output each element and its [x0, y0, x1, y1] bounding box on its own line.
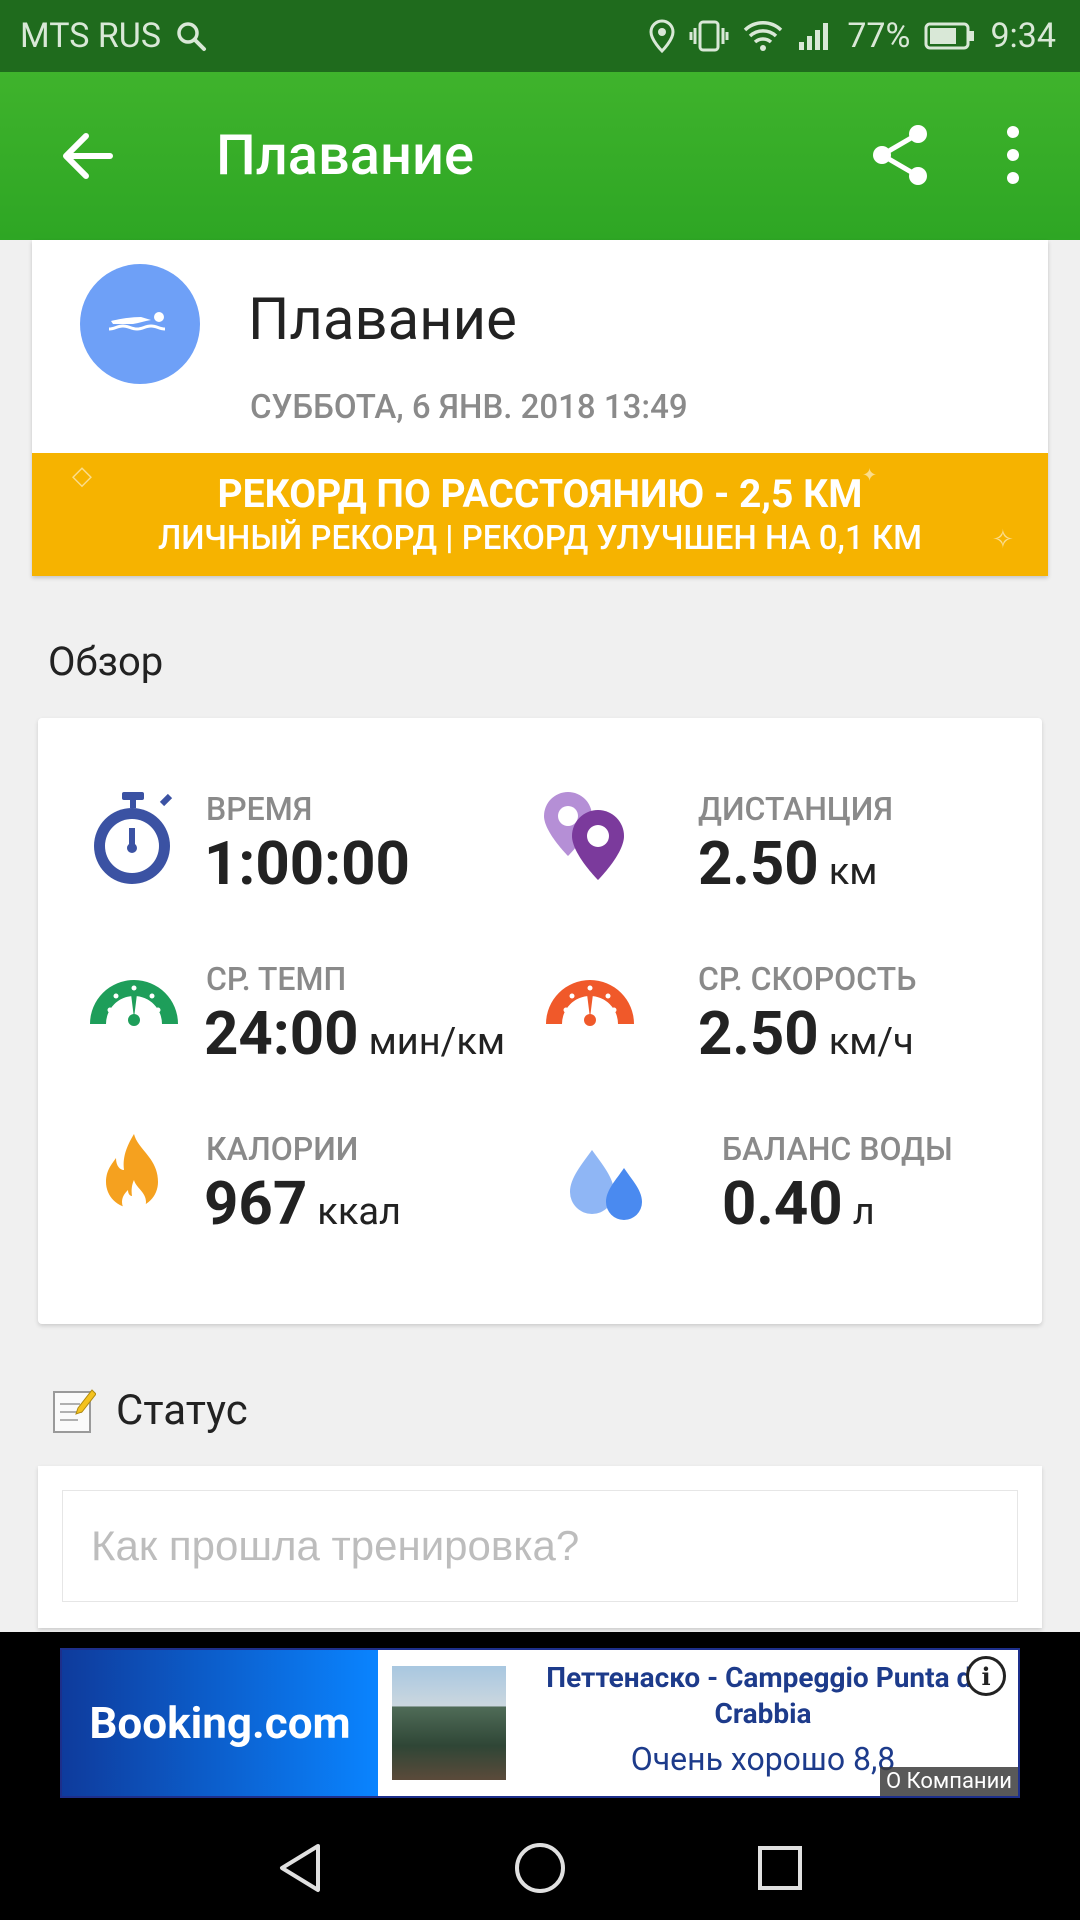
search-icon	[175, 20, 207, 52]
app-bar-title: Плавание	[216, 122, 474, 188]
workout-title: Плавание	[248, 286, 517, 354]
metric-distance-value: 2.50 км	[698, 828, 877, 899]
metric-distance-number: 2.50	[698, 828, 819, 899]
note-icon	[52, 1386, 97, 1434]
metric-distance-unit: км	[828, 850, 878, 894]
metric-speed-number: 2.50	[698, 998, 819, 1069]
workout-date: СУББОТА, 6 ЯНВ. 2018 13:49	[250, 388, 688, 427]
ad-company-link[interactable]: О Компании	[879, 1767, 1018, 1796]
booking-ad[interactable]: Booking.com Петтенаско - Campeggio Punta…	[60, 1648, 1020, 1798]
app-bar: Плавание	[0, 72, 1080, 240]
metric-calories-label: КАЛОРИИ	[206, 1130, 359, 1168]
metric-calories-value: 967 ккал	[204, 1168, 401, 1239]
overview-card: ВРЕМЯ 1:00:00 ДИСТАНЦИЯ 2.50 км СР. ТЕМП …	[38, 718, 1042, 1324]
more-options-icon[interactable]	[998, 122, 1028, 188]
battery-percent: 77%	[847, 16, 911, 56]
metric-pace-value: 24:00 мин/км	[204, 998, 505, 1069]
back-arrow-icon[interactable]	[56, 124, 120, 188]
wifi-icon	[743, 20, 783, 52]
ad-brand: Booking.com	[62, 1650, 378, 1796]
ad-info-icon[interactable]: i	[966, 1656, 1006, 1696]
nav-home-icon[interactable]	[512, 1840, 568, 1896]
metric-time-value: 1:00:00	[204, 828, 410, 899]
metric-calories-number: 967	[204, 1168, 308, 1239]
clock: 9:34	[990, 16, 1056, 56]
ad-title: Петтенаско - Campeggio Punta di Crabbia	[546, 1661, 980, 1730]
nav-recents-icon[interactable]	[752, 1840, 808, 1896]
pace-gauge-icon	[86, 960, 182, 1056]
ad-photo	[392, 1666, 506, 1780]
metric-water-value: 0.40 л	[722, 1168, 875, 1239]
metric-time-number: 1:00:00	[204, 828, 410, 899]
metric-pace-unit: мин/км	[368, 1020, 506, 1064]
record-subtitle: ЛИЧНЫЙ РЕКОРД | РЕКОРД УЛУЧШЕН НА 0,1 КМ	[157, 519, 923, 558]
speed-gauge-icon	[542, 960, 638, 1056]
metric-speed-value: 2.50 км/ч	[698, 998, 914, 1069]
workout-header-card: Плавание СУББОТА, 6 ЯНВ. 2018 13:49 ◇ ✧ …	[32, 240, 1048, 576]
status-bar: MTS RUS 77% 9:34	[0, 0, 1080, 72]
metric-water-number: 0.40	[722, 1168, 843, 1239]
signal-icon	[797, 20, 833, 52]
battery-icon	[924, 21, 976, 51]
metric-pace-number: 24:00	[204, 998, 359, 1069]
stopwatch-icon	[86, 790, 182, 886]
swimming-avatar	[80, 264, 200, 384]
flame-icon	[86, 1130, 182, 1226]
status-title: Статус	[116, 1386, 248, 1435]
share-icon[interactable]	[868, 122, 934, 188]
carrier-name: MTS RUS	[20, 16, 162, 56]
nav-back-icon[interactable]	[272, 1840, 328, 1896]
metric-speed-label: СР. СКОРОСТЬ	[698, 960, 917, 998]
water-drops-icon	[562, 1130, 658, 1226]
metric-pace-label: СР. ТЕМП	[206, 960, 347, 998]
location-icon	[649, 19, 675, 53]
system-nav-bar	[0, 1810, 1080, 1920]
overview-title: Обзор	[48, 638, 164, 685]
record-title: РЕКОРД ПО РАССТОЯНИЮ - 2,5 КМ	[217, 471, 863, 517]
metric-calories-unit: ккал	[317, 1190, 401, 1234]
workout-comment-input[interactable]	[62, 1490, 1018, 1602]
metric-water-unit: л	[852, 1190, 875, 1234]
metric-time-label: ВРЕМЯ	[206, 790, 313, 828]
location-pins-icon	[542, 790, 638, 886]
vibrate-icon	[689, 19, 729, 53]
swimmer-icon	[105, 307, 175, 341]
metric-water-label: БАЛАНС ВОДЫ	[722, 1130, 953, 1168]
metric-distance-label: ДИСТАНЦИЯ	[698, 790, 894, 828]
metric-speed-unit: км/ч	[828, 1020, 914, 1064]
record-banner: ◇ ✧ ✦ РЕКОРД ПО РАССТОЯНИЮ - 2,5 КМ ЛИЧН…	[32, 453, 1048, 576]
